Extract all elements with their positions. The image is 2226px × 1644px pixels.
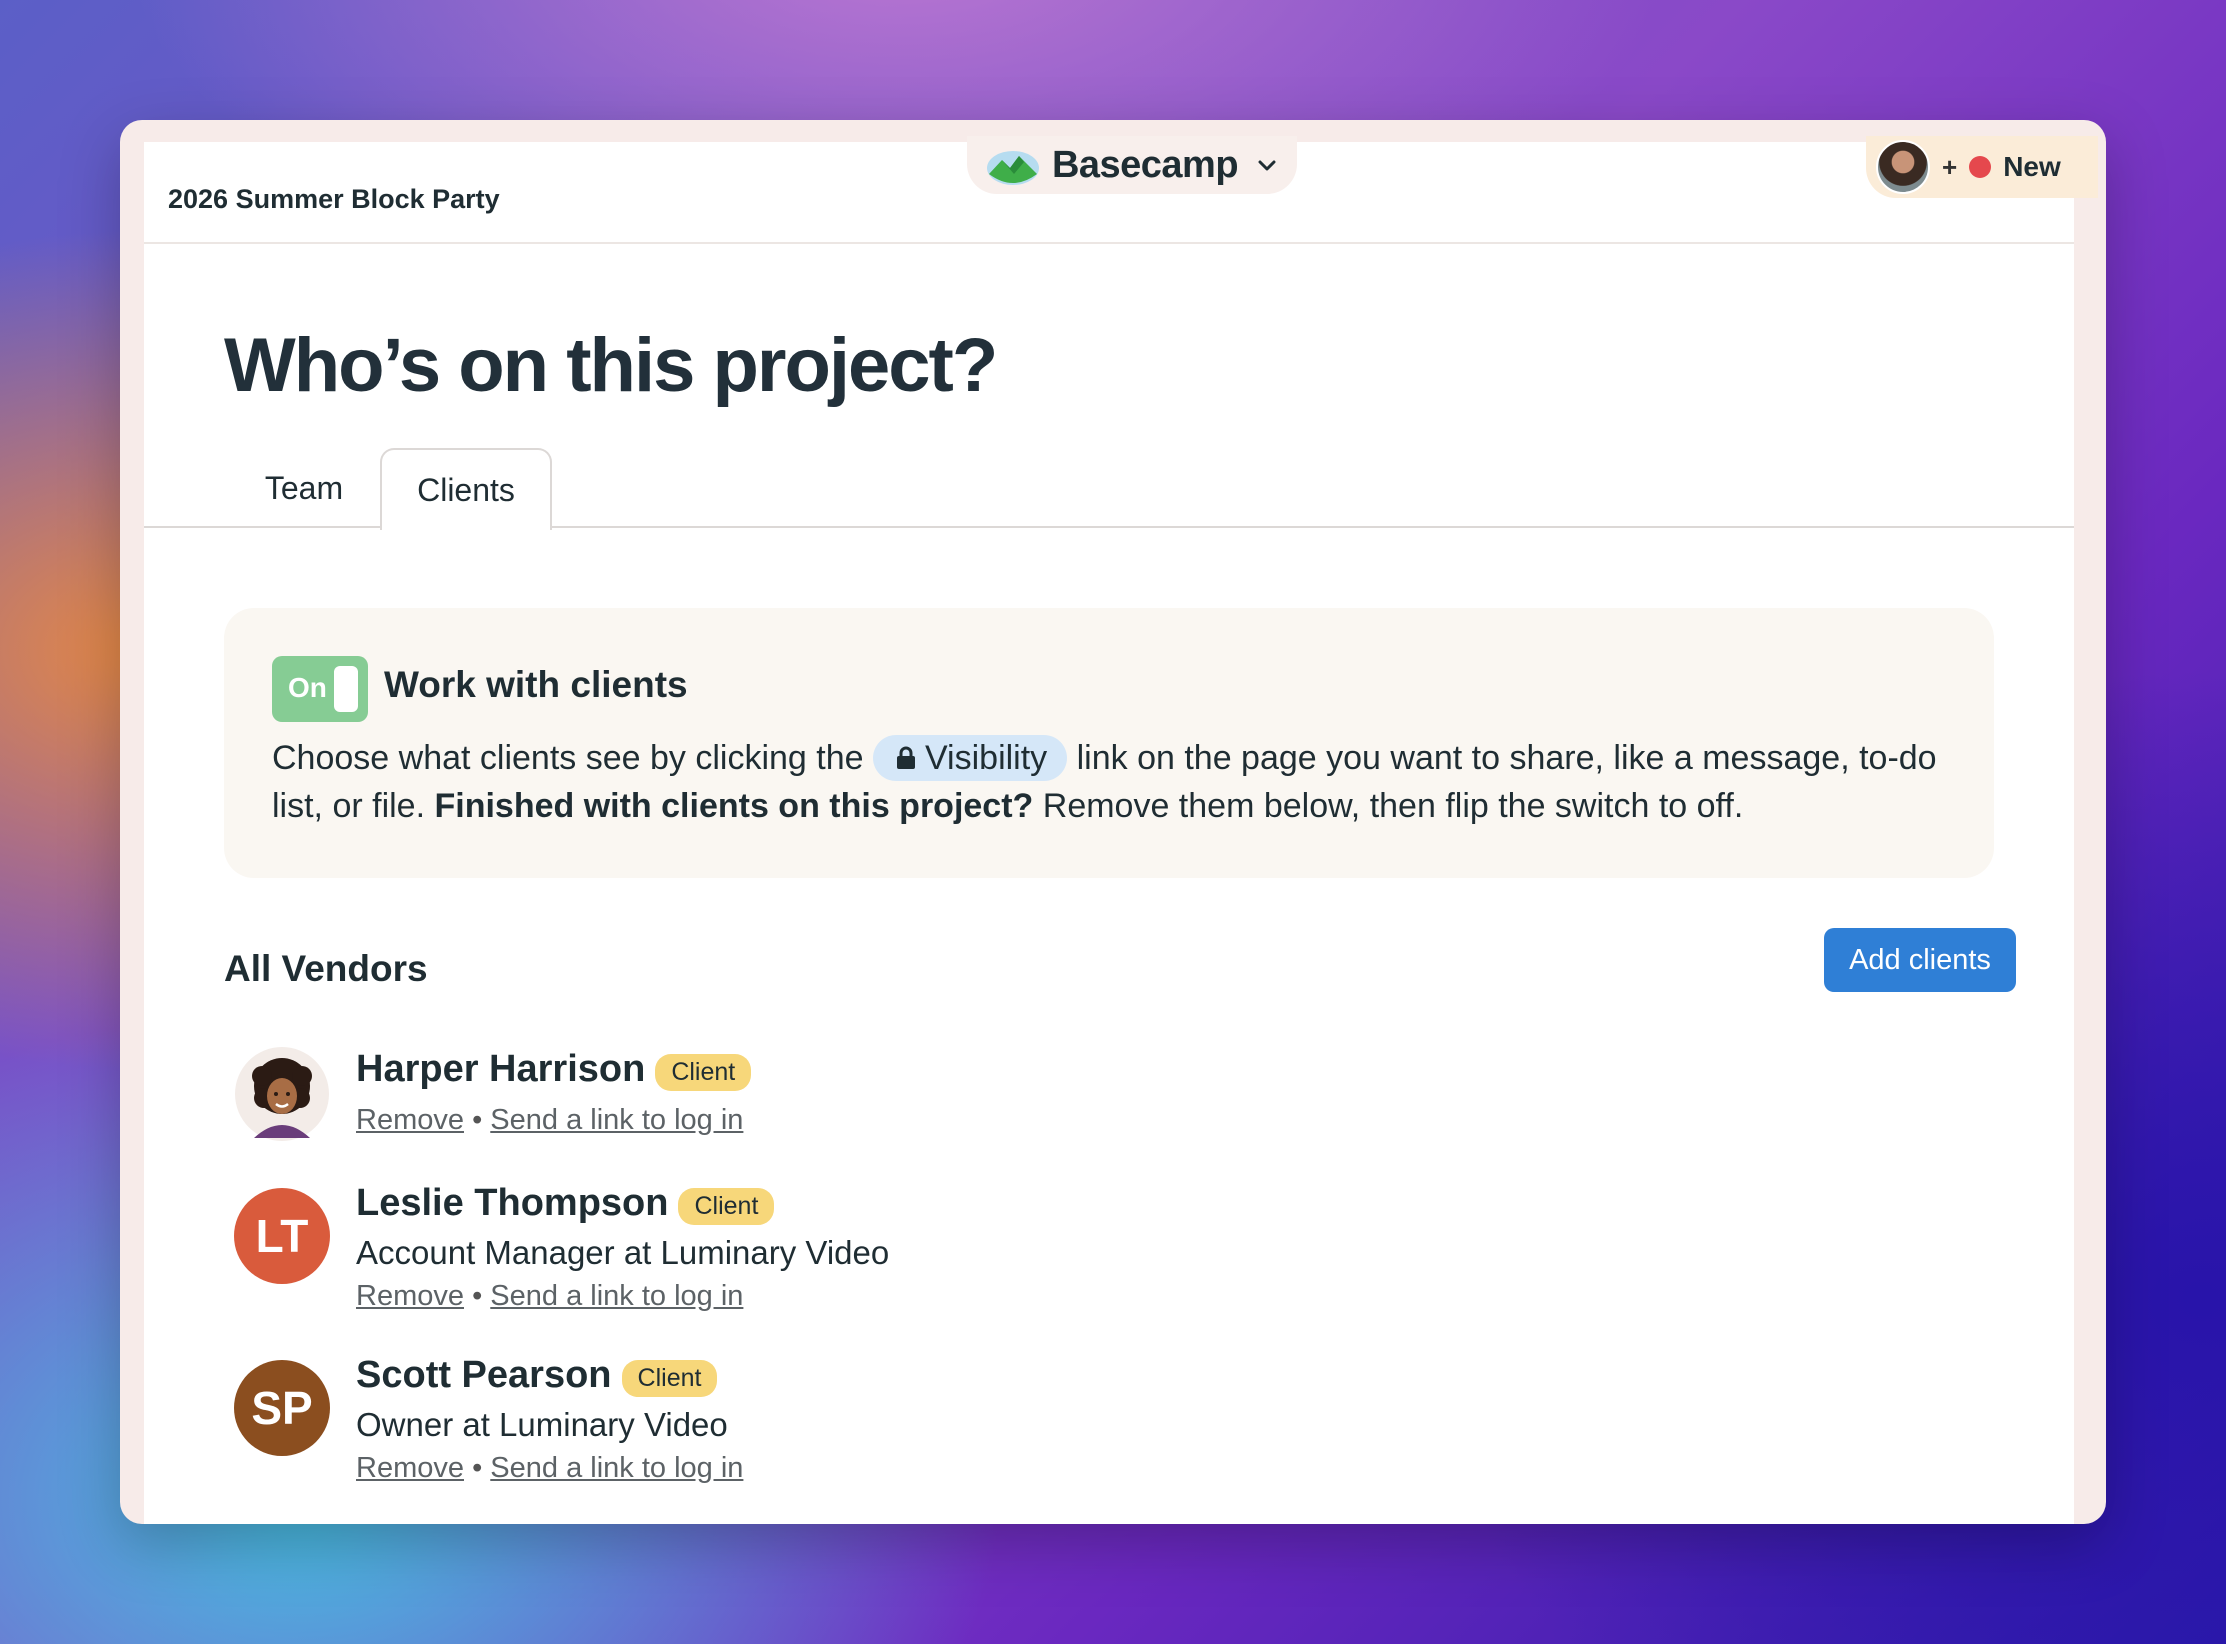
person-role: Account Manager at Luminary Video — [356, 1234, 890, 1271]
tab-bar: Team Clients — [144, 448, 2074, 530]
section-title: All Vendors — [224, 948, 428, 989]
person-row: SP Scott Pearson Client Owner at Luminar… — [234, 1354, 1134, 1504]
plus-icon[interactable]: + — [1942, 152, 1957, 183]
basecamp-logo-icon — [986, 151, 1039, 185]
chevron-down-icon — [1258, 160, 1276, 171]
tab-clients[interactable]: Clients — [380, 448, 552, 530]
person-name-row: Leslie Thompson Client — [356, 1182, 775, 1225]
separator: • — [472, 1280, 483, 1312]
info-heading: Work with clients — [384, 664, 688, 705]
person-row: LT Leslie Thompson Client Account Manage… — [234, 1182, 1134, 1332]
notification-dot-icon — [1969, 156, 1992, 178]
avatar: LT — [234, 1188, 330, 1284]
page-content: 2026 Summer Block Party Basecamp + New W… — [144, 136, 2098, 1524]
person-role: Owner at Luminary Video — [356, 1406, 728, 1443]
person-actions: Remove • Send a link to log in — [356, 1104, 743, 1137]
client-badge: Client — [621, 1360, 718, 1397]
person-name[interactable]: Scott Pearson — [356, 1354, 612, 1397]
my-avatar[interactable] — [1876, 140, 1930, 194]
info-text-bold: Finished with clients on this project? — [434, 787, 1034, 825]
new-button[interactable]: New — [2003, 151, 2061, 183]
page-title: Who’s on this project? — [224, 323, 998, 408]
info-text-part1: Choose what clients see by clicking the — [272, 739, 873, 777]
app-switcher[interactable]: Basecamp — [967, 136, 1297, 194]
person-name[interactable]: Harper Harrison — [356, 1048, 645, 1091]
person-actions: Remove • Send a link to log in — [356, 1452, 743, 1485]
info-text-part3: Remove them below, then flip the switch … — [1033, 787, 1744, 825]
client-badge: Client — [655, 1054, 752, 1091]
info-text: Choose what clients see by clicking the … — [272, 734, 1962, 830]
toggle-knob — [334, 666, 358, 712]
send-login-link[interactable]: Send a link to log in — [490, 1452, 743, 1484]
person-avatar-icon — [235, 1047, 329, 1141]
client-info-box: On Work with clients Choose what clients… — [224, 608, 1994, 878]
visibility-label: Visibility — [924, 739, 1048, 777]
remove-link[interactable]: Remove — [356, 1280, 464, 1312]
visibility-pill[interactable]: Visibility — [872, 735, 1068, 781]
separator: • — [472, 1452, 483, 1484]
user-menu: + New — [1866, 136, 2098, 198]
app-name: Basecamp — [1051, 143, 1239, 186]
clients-toggle[interactable]: On — [272, 656, 368, 722]
avatar: SP — [234, 1360, 330, 1456]
client-badge: Client — [678, 1188, 775, 1225]
toggle-label: On — [288, 672, 327, 703]
person-row: Harper Harrison Client Remove • Send a l… — [234, 1046, 1134, 1166]
remove-link[interactable]: Remove — [356, 1104, 464, 1136]
person-name-row: Harper Harrison Client — [356, 1048, 752, 1091]
remove-link[interactable]: Remove — [356, 1452, 464, 1484]
person-name-row: Scott Pearson Client — [356, 1354, 718, 1397]
send-login-link[interactable]: Send a link to log in — [490, 1104, 743, 1136]
send-login-link[interactable]: Send a link to log in — [490, 1280, 743, 1312]
separator: • — [472, 1104, 483, 1136]
person-actions: Remove • Send a link to log in — [356, 1280, 743, 1313]
project-name-link[interactable]: 2026 Summer Block Party — [168, 184, 500, 215]
tab-team[interactable]: Team — [224, 448, 384, 528]
app-window: 2026 Summer Block Party Basecamp + New W… — [120, 120, 2106, 1524]
lock-icon — [896, 746, 915, 769]
avatar — [234, 1046, 330, 1142]
person-name[interactable]: Leslie Thompson — [356, 1182, 668, 1225]
add-clients-button[interactable]: Add clients — [1824, 928, 2016, 992]
